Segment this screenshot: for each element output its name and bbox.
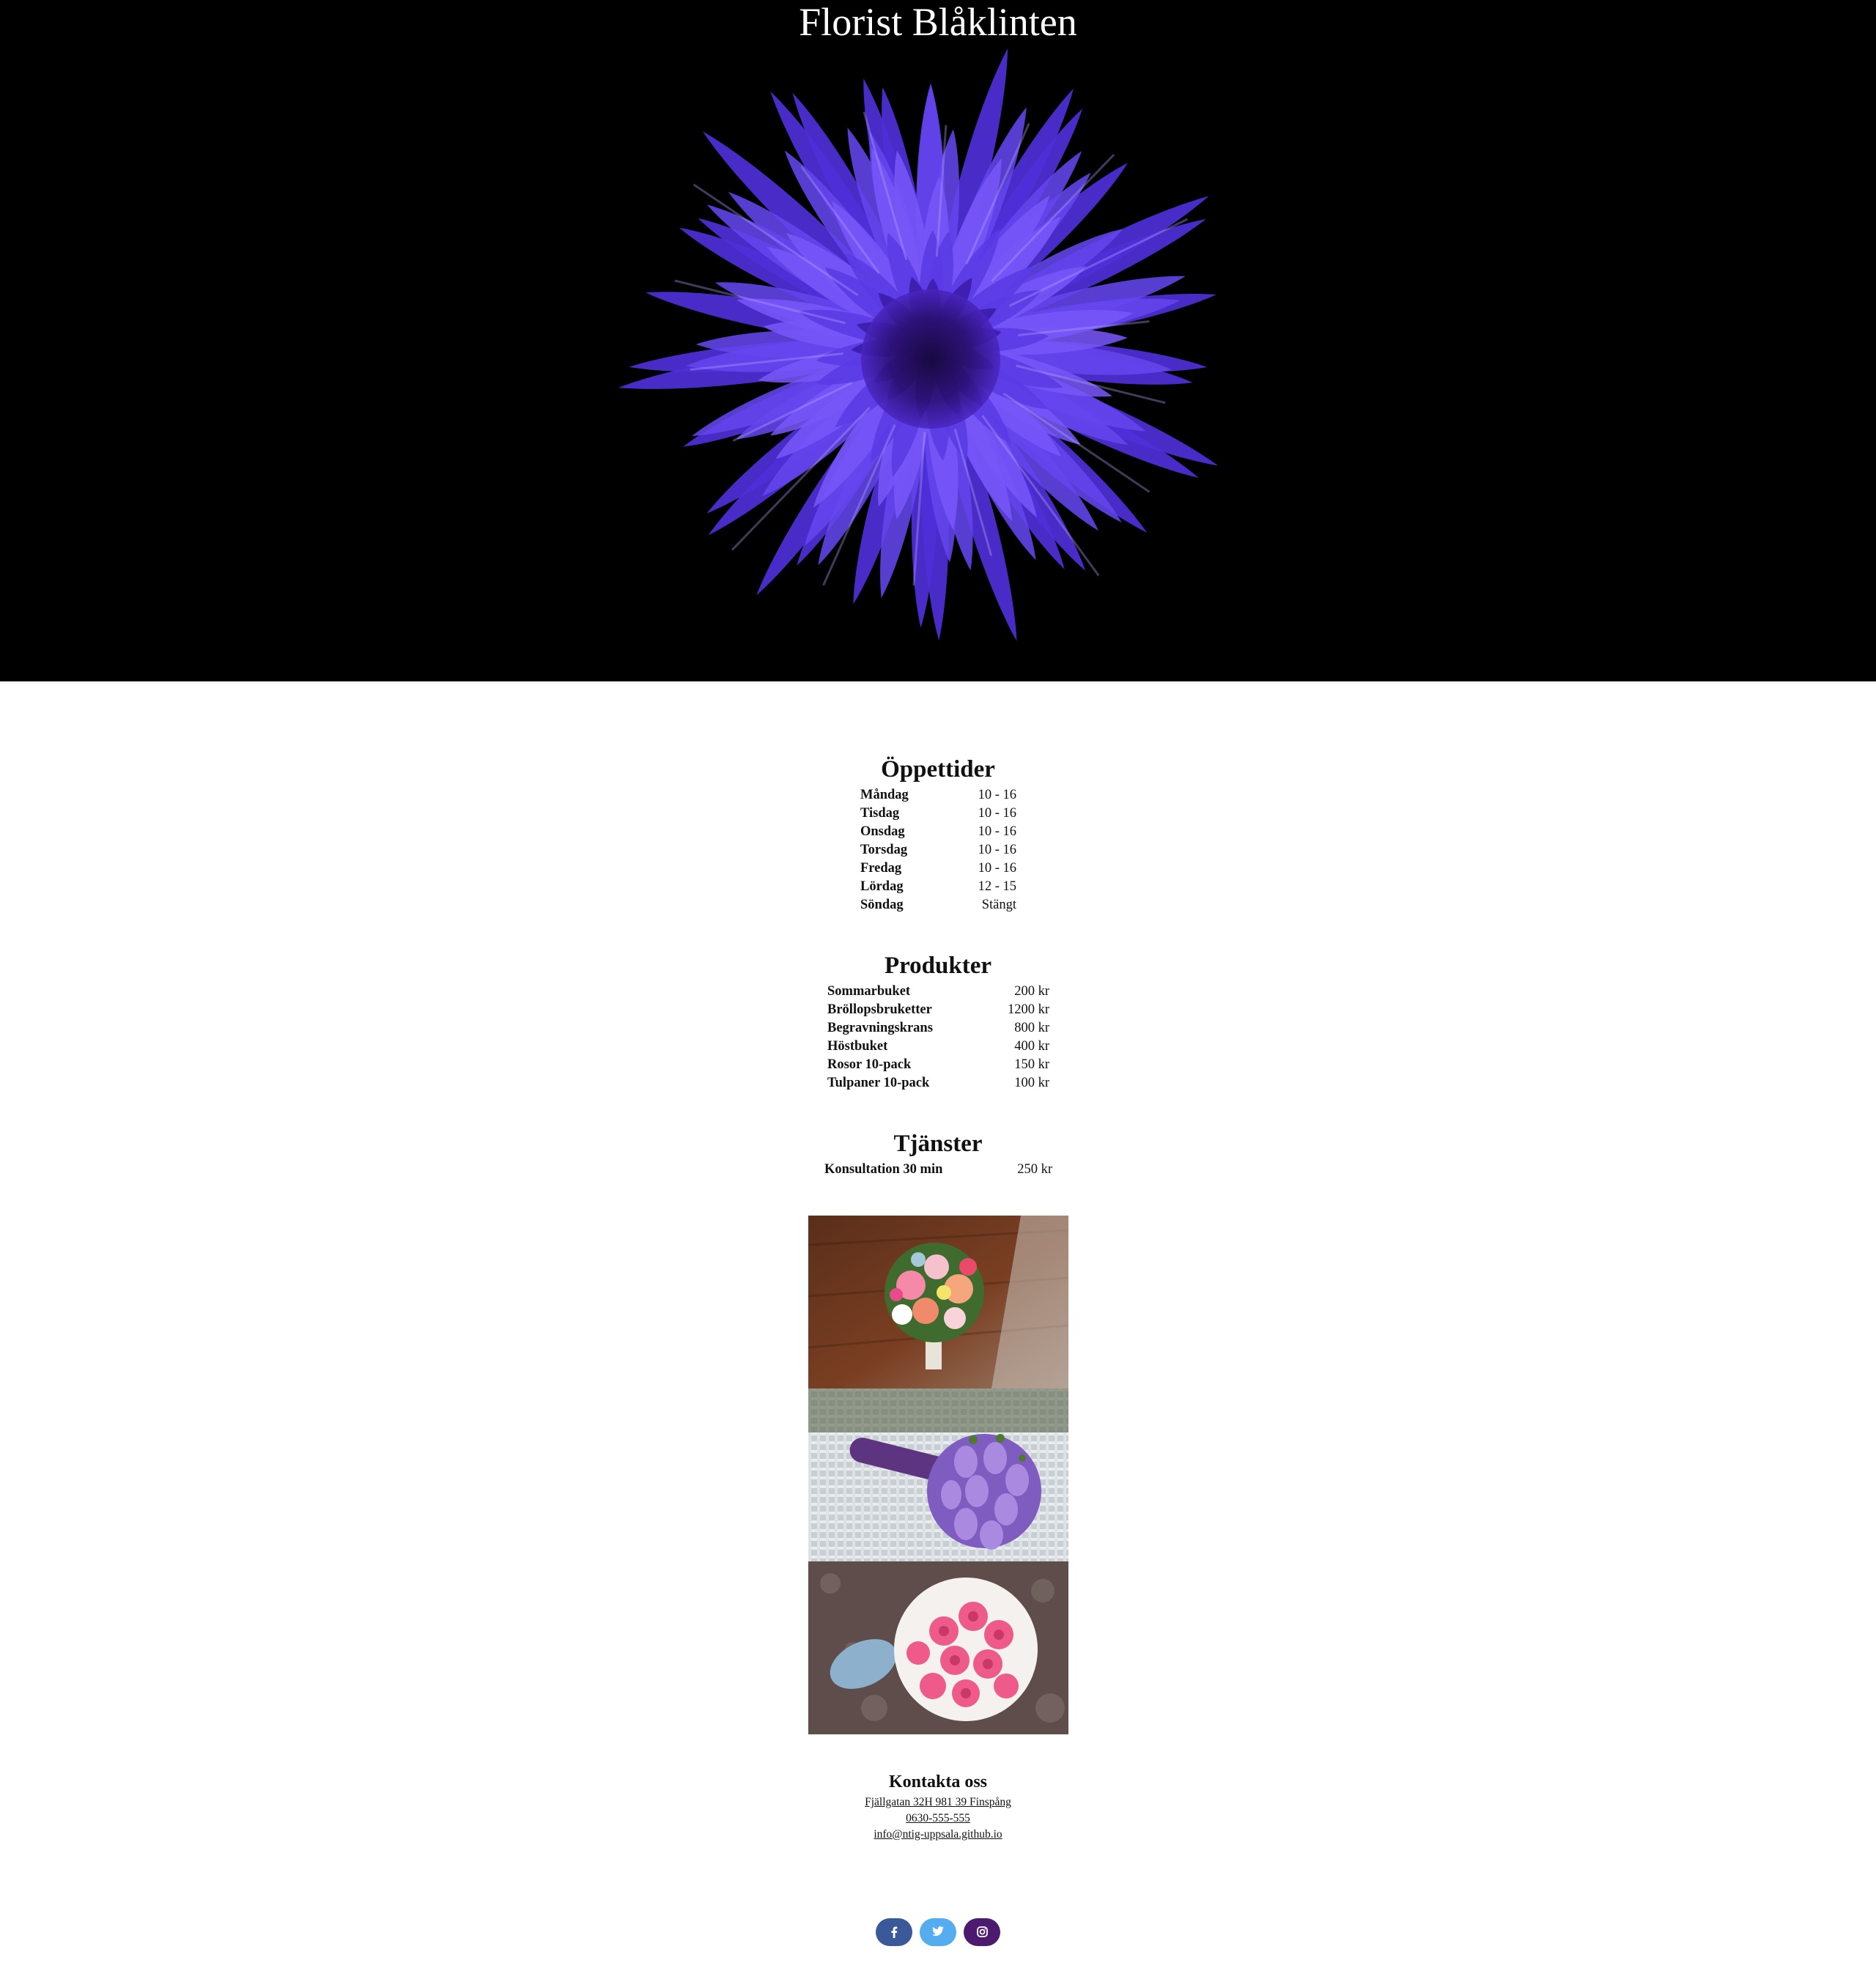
page: Florist Blåklinten Öppettider Måndag 10 … xyxy=(0,0,1876,1971)
time-value: 10 - 16 xyxy=(978,861,1016,876)
bouquet-gallery xyxy=(808,1216,1068,1734)
cornflower-hero-image xyxy=(618,48,1219,641)
product-name: Bröllopsbruketter xyxy=(827,1002,932,1017)
purple-bouquet-photo xyxy=(808,1388,1068,1561)
opening-hours-title: Öppettider xyxy=(881,756,995,783)
hours-row: Söndag Stängt xyxy=(860,896,1016,914)
product-row: Sommarbuket 200 kr xyxy=(827,983,1049,1001)
product-price: 150 kr xyxy=(1014,1057,1049,1072)
time-value: Stängt xyxy=(981,898,1016,912)
contact-title: Kontakta oss xyxy=(888,1772,988,1791)
contact-links: Fjällgatan 32H 981 39 Finspång 0630-555-… xyxy=(0,1794,1876,1843)
time-value: 10 - 16 xyxy=(978,806,1016,821)
product-name: Begravningskrans xyxy=(827,1021,933,1035)
product-row: Höstbuket 400 kr xyxy=(827,1038,1049,1056)
product-name: Rosor 10-pack xyxy=(827,1057,912,1072)
hours-row: Tisdag 10 - 16 xyxy=(860,805,1016,823)
instagram-icon xyxy=(976,1926,988,1937)
facebook-button[interactable] xyxy=(876,1918,912,1946)
service-price: 250 kr xyxy=(1017,1162,1052,1177)
products-list: Sommarbuket 200 kr Bröllopsbruketter 1200 … xyxy=(827,983,1049,1092)
time-value: 10 - 16 xyxy=(978,824,1016,839)
product-price: 400 kr xyxy=(1014,1039,1049,1054)
day-label: Tisdag xyxy=(860,806,900,821)
day-label: Torsdag xyxy=(860,843,908,857)
twitter-icon xyxy=(932,1926,944,1937)
day-label: Lördag xyxy=(860,879,904,894)
day-label: Onsdag xyxy=(860,824,905,839)
phone-link[interactable]: 0630-555-555 xyxy=(0,1811,1876,1827)
email-link[interactable]: info@ntig-uppsala.github.io xyxy=(0,1827,1876,1843)
product-name: Sommarbuket xyxy=(827,984,911,999)
time-value: 10 - 16 xyxy=(978,843,1016,857)
social-links xyxy=(876,1918,1000,1946)
site-title: Florist Blåklinten xyxy=(799,0,1077,44)
address-link[interactable]: Fjällgatan 32H 981 39 Finspång xyxy=(0,1794,1876,1811)
service-row: Konsultation 30 min 250 kr xyxy=(824,1161,1052,1179)
products-title: Produkter xyxy=(884,953,992,979)
services-list: Konsultation 30 min 250 kr xyxy=(824,1161,1052,1179)
services-title: Tjänster xyxy=(893,1131,983,1157)
service-name: Konsultation 30 min xyxy=(824,1162,943,1177)
hours-row: Onsdag 10 - 16 xyxy=(860,823,1016,841)
twitter-button[interactable] xyxy=(920,1918,956,1946)
pink-rose-bouquet-photo xyxy=(808,1561,1068,1734)
product-price: 1200 kr xyxy=(1007,1002,1049,1017)
day-label: Måndag xyxy=(860,788,909,802)
hours-row: Lördag 12 - 15 xyxy=(860,878,1016,896)
hours-row: Måndag 10 - 16 xyxy=(860,786,1016,805)
instagram-button[interactable] xyxy=(964,1918,1000,1946)
product-price: 200 kr xyxy=(1014,984,1049,999)
opening-hours-list: Måndag 10 - 16 Tisdag 10 - 16 Onsdag 10 - 1… xyxy=(860,786,1016,914)
mixed-bouquet-photo xyxy=(808,1216,1068,1388)
day-label: Fredag xyxy=(860,861,902,876)
time-value: 10 - 16 xyxy=(978,788,1016,802)
product-price: 100 kr xyxy=(1014,1076,1049,1090)
hours-row: Fredag 10 - 16 xyxy=(860,859,1016,878)
hours-row: Torsdag 10 - 16 xyxy=(860,841,1016,859)
product-row: Rosor 10-pack 150 kr xyxy=(827,1056,1049,1074)
product-row: Tulpaner 10-pack 100 kr xyxy=(827,1074,1049,1092)
product-row: Begravningskrans 800 kr xyxy=(827,1019,1049,1038)
product-name: Tulpaner 10-pack xyxy=(827,1076,930,1090)
time-value: 12 - 15 xyxy=(978,879,1016,894)
product-price: 800 kr xyxy=(1014,1021,1049,1035)
day-label: Söndag xyxy=(860,898,904,912)
hero-banner: Florist Blåklinten xyxy=(0,0,1876,681)
product-row: Bröllopsbruketter 1200 kr xyxy=(827,1001,1049,1019)
facebook-icon xyxy=(891,1926,898,1938)
product-name: Höstbuket xyxy=(827,1039,888,1054)
